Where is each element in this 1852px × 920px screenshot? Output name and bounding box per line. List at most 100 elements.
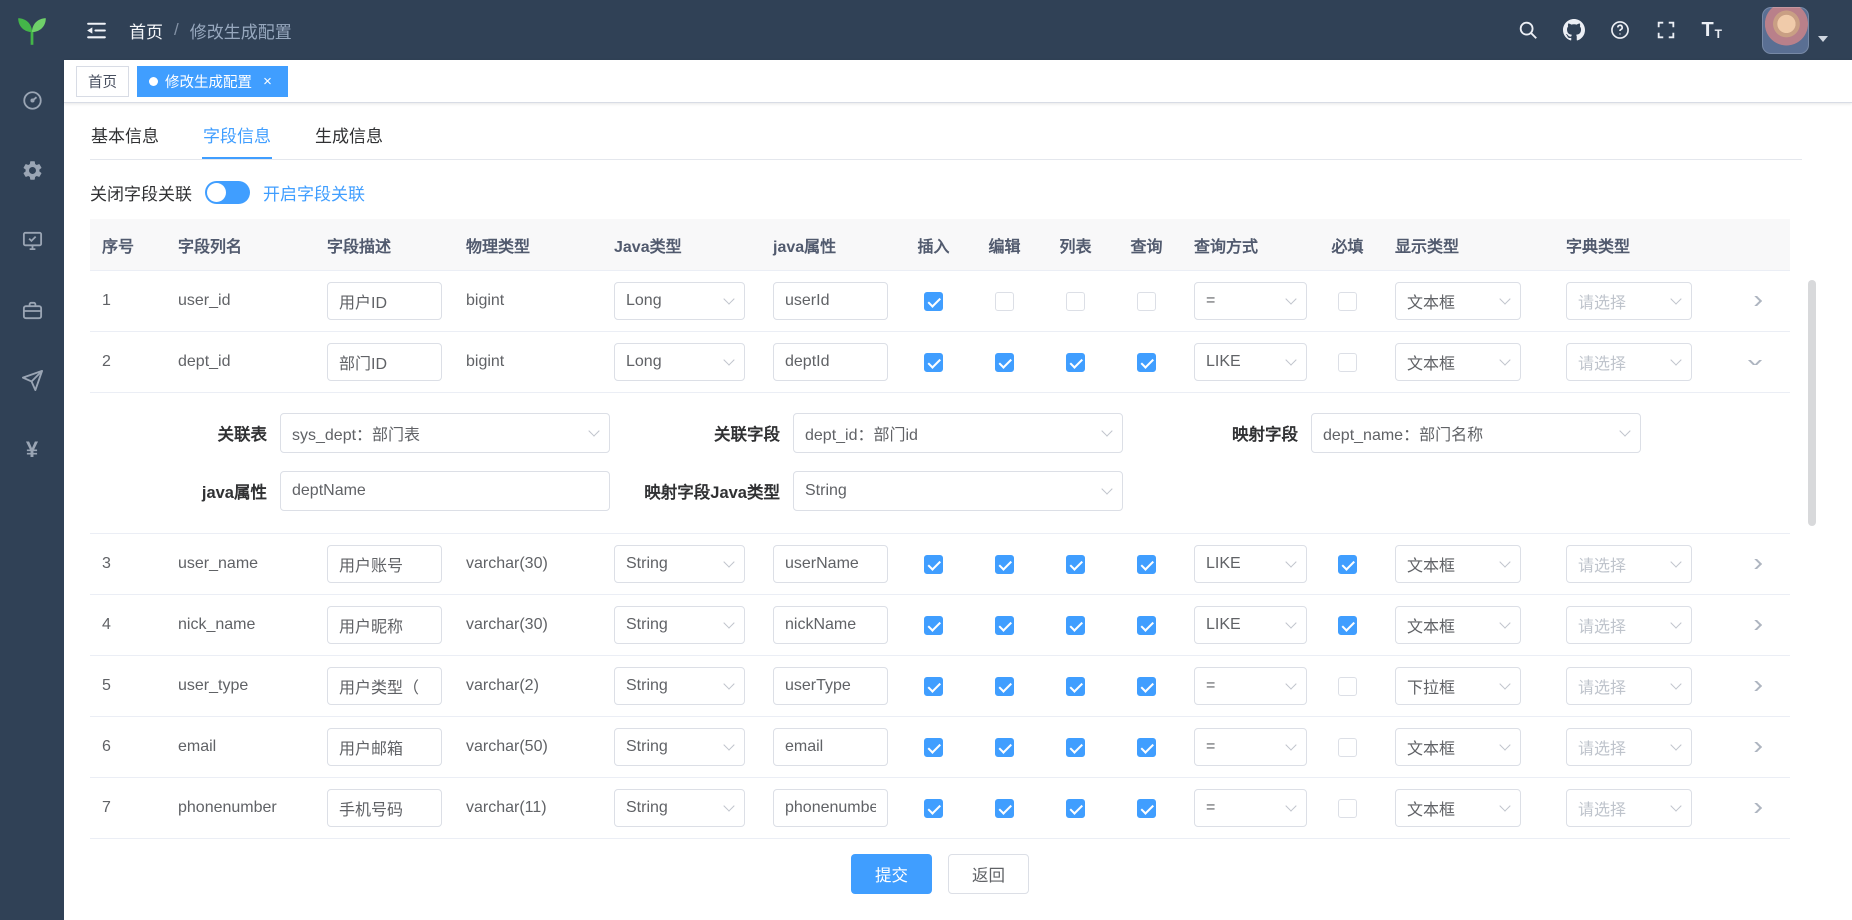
query-type-select[interactable]: = — [1194, 667, 1307, 705]
query-checkbox[interactable] — [1137, 738, 1156, 757]
column-comment-input[interactable] — [327, 343, 442, 381]
required-checkbox[interactable] — [1338, 799, 1357, 818]
expand-row-icon[interactable] — [1748, 620, 1762, 630]
insert-checkbox[interactable] — [924, 799, 943, 818]
field-relation-on-label[interactable]: 开启字段关联 — [263, 180, 365, 205]
tab-basic-info[interactable]: 基本信息 — [90, 111, 160, 159]
query-checkbox[interactable] — [1137, 616, 1156, 635]
insert-checkbox[interactable] — [924, 555, 943, 574]
expand-row-icon[interactable] — [1748, 360, 1762, 365]
submit-button[interactable]: 提交 — [851, 854, 932, 894]
help-icon[interactable] — [1609, 19, 1631, 41]
dict-type-select[interactable]: 请选择 — [1566, 282, 1692, 320]
required-checkbox[interactable] — [1338, 353, 1357, 372]
column-comment-input[interactable] — [327, 789, 442, 827]
edit-checkbox[interactable] — [995, 555, 1014, 574]
dict-type-select[interactable]: 请选择 — [1566, 343, 1692, 381]
html-type-select[interactable]: 文本框 — [1395, 343, 1521, 381]
list-checkbox[interactable] — [1066, 799, 1085, 818]
edit-checkbox[interactable] — [995, 738, 1014, 757]
required-checkbox[interactable] — [1338, 677, 1357, 696]
required-checkbox[interactable] — [1338, 616, 1357, 635]
expand-row-icon[interactable] — [1748, 742, 1762, 752]
java-field-input[interactable] — [773, 789, 888, 827]
list-checkbox[interactable] — [1066, 353, 1085, 372]
tag-current-page[interactable]: 修改生成配置 × — [137, 66, 288, 97]
java-type-select[interactable]: String — [614, 728, 745, 766]
send-icon[interactable] — [20, 368, 44, 392]
monitor-check-icon[interactable] — [20, 228, 44, 252]
query-type-select[interactable]: = — [1194, 282, 1307, 320]
edit-checkbox[interactable] — [995, 616, 1014, 635]
relation-field-select[interactable]: dept_id：部门id — [793, 413, 1123, 453]
java-field-input[interactable] — [773, 728, 888, 766]
fullscreen-icon[interactable] — [1655, 19, 1677, 41]
relation-java-attr-input[interactable] — [280, 471, 610, 511]
html-type-select[interactable]: 下拉框 — [1395, 667, 1521, 705]
html-type-select[interactable]: 文本框 — [1395, 606, 1521, 644]
required-checkbox[interactable] — [1338, 738, 1357, 757]
list-checkbox[interactable] — [1066, 677, 1085, 696]
query-type-select[interactable]: LIKE — [1194, 545, 1307, 583]
java-field-input[interactable] — [773, 343, 888, 381]
column-comment-input[interactable] — [327, 545, 442, 583]
list-checkbox[interactable] — [1066, 616, 1085, 635]
required-checkbox[interactable] — [1338, 292, 1357, 311]
html-type-select[interactable]: 文本框 — [1395, 728, 1521, 766]
map-field-select[interactable]: dept_name：部门名称 — [1311, 413, 1641, 453]
expand-row-icon[interactable] — [1748, 681, 1762, 691]
query-checkbox[interactable] — [1137, 292, 1156, 311]
java-field-input[interactable] — [773, 667, 888, 705]
java-type-select[interactable]: String — [614, 667, 745, 705]
query-checkbox[interactable] — [1137, 353, 1156, 372]
java-type-select[interactable]: String — [614, 545, 745, 583]
expand-row-icon[interactable] — [1748, 559, 1762, 569]
expand-row-icon[interactable] — [1748, 803, 1762, 813]
relation-table-select[interactable]: sys_dept：部门表 — [280, 413, 610, 453]
gear-icon[interactable] — [20, 158, 44, 182]
java-field-input[interactable] — [773, 606, 888, 644]
sidebar-collapse-icon[interactable] — [84, 18, 109, 43]
insert-checkbox[interactable] — [924, 738, 943, 757]
edit-checkbox[interactable] — [995, 353, 1014, 372]
query-checkbox[interactable] — [1137, 799, 1156, 818]
insert-checkbox[interactable] — [924, 616, 943, 635]
query-type-select[interactable]: = — [1194, 789, 1307, 827]
insert-checkbox[interactable] — [924, 292, 943, 311]
java-type-select[interactable]: Long — [614, 343, 745, 381]
expand-row-icon[interactable] — [1748, 296, 1762, 306]
field-relation-switch[interactable] — [205, 181, 250, 204]
edit-checkbox[interactable] — [995, 677, 1014, 696]
column-comment-input[interactable] — [327, 606, 442, 644]
dict-type-select[interactable]: 请选择 — [1566, 789, 1692, 827]
insert-checkbox[interactable] — [924, 677, 943, 696]
list-checkbox[interactable] — [1066, 555, 1085, 574]
avatar[interactable] — [1762, 7, 1809, 54]
column-comment-input[interactable] — [327, 667, 442, 705]
java-type-select[interactable]: Long — [614, 282, 745, 320]
dict-type-select[interactable]: 请选择 — [1566, 728, 1692, 766]
map-java-type-select[interactable]: String — [793, 471, 1123, 511]
tab-field-info[interactable]: 字段信息 — [202, 111, 272, 159]
query-checkbox[interactable] — [1137, 677, 1156, 696]
dict-type-select[interactable]: 请选择 — [1566, 545, 1692, 583]
html-type-select[interactable]: 文本框 — [1395, 282, 1521, 320]
column-comment-input[interactable] — [327, 728, 442, 766]
edit-checkbox[interactable] — [995, 799, 1014, 818]
java-type-select[interactable]: String — [614, 789, 745, 827]
currency-yen-icon[interactable]: ¥ — [20, 438, 44, 462]
java-field-input[interactable] — [773, 545, 888, 583]
user-menu[interactable] — [1762, 7, 1828, 54]
table-scrollbar[interactable] — [1808, 280, 1816, 526]
back-button[interactable]: 返回 — [948, 854, 1029, 894]
briefcase-icon[interactable] — [20, 298, 44, 322]
tab-generate-info[interactable]: 生成信息 — [314, 111, 384, 159]
required-checkbox[interactable] — [1338, 555, 1357, 574]
search-icon[interactable] — [1517, 19, 1539, 41]
tag-home[interactable]: 首页 — [76, 66, 129, 97]
close-icon[interactable]: × — [259, 73, 276, 90]
dict-type-select[interactable]: 请选择 — [1566, 606, 1692, 644]
query-type-select[interactable]: = — [1194, 728, 1307, 766]
column-comment-input[interactable] — [327, 282, 442, 320]
list-checkbox[interactable] — [1066, 292, 1085, 311]
